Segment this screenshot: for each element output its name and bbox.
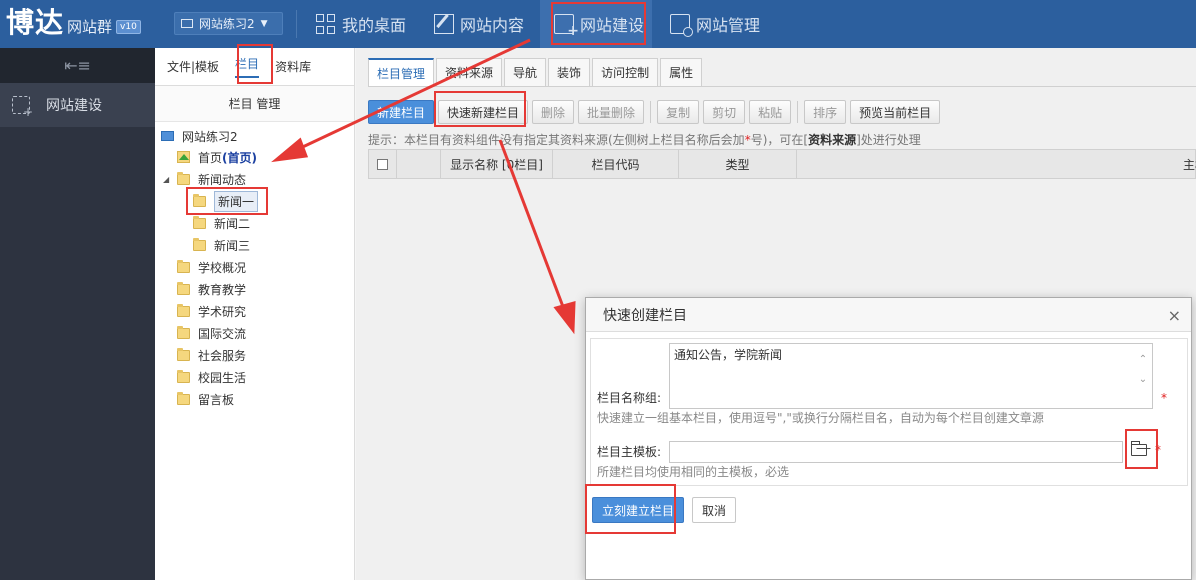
arrow-head	[271, 137, 309, 163]
arrow-line	[498, 139, 567, 313]
arrow-line	[291, 38, 531, 154]
arrow-head	[553, 301, 576, 335]
annotation-arrows	[271, 38, 576, 335]
